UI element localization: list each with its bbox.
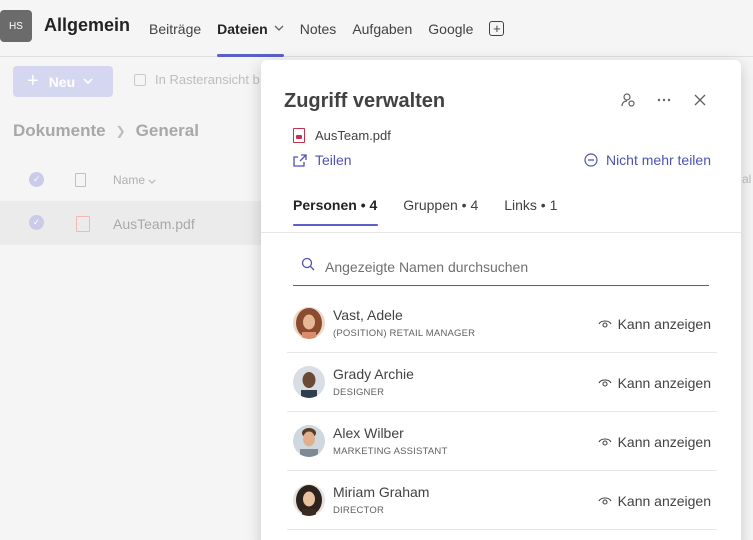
table-row[interactable]: ✓ AusTeam.pdf: [0, 201, 262, 245]
manage-access-panel: Zugriff verwalten AusTeam.pdf Teilen Nic…: [261, 60, 741, 540]
eye-icon: [598, 379, 612, 387]
avatar: [293, 366, 325, 398]
new-button[interactable]: + Neu: [13, 66, 113, 97]
stop-sharing-button[interactable]: Nicht mehr teilen: [584, 152, 711, 168]
tab-beitraege[interactable]: Beiträge: [149, 0, 201, 57]
chevron-down-icon: [148, 179, 156, 184]
grid-icon: [134, 73, 146, 86]
permission-dropdown[interactable]: Kann anzeigen: [598, 375, 711, 391]
add-tab-button[interactable]: +: [489, 0, 505, 57]
person-role: DESIGNER: [333, 387, 385, 398]
person-name: Miriam Graham: [333, 484, 430, 500]
file-type-icon: [75, 173, 86, 187]
file-info: AusTeam.pdf: [293, 128, 391, 143]
chevron-right-icon: ❯: [115, 124, 126, 138]
tab-dateien[interactable]: Dateien: [217, 0, 284, 57]
avatar: [293, 307, 325, 339]
avatar: [293, 484, 325, 516]
chevron-down-icon: [274, 23, 284, 34]
top-bar: HS Allgemein Beiträge Dateien Notes Aufg…: [0, 0, 753, 57]
close-icon[interactable]: [691, 91, 709, 109]
list-item[interactable]: Vast, Adele (POSITION) RETAIL MANAGER Ka…: [287, 294, 717, 353]
tab-notes[interactable]: Notes: [300, 0, 337, 57]
eye-icon: [598, 497, 612, 505]
tab-aufgaben[interactable]: Aufgaben: [352, 0, 412, 57]
avatar: [293, 425, 325, 457]
breadcrumb-item-general[interactable]: General: [136, 121, 199, 141]
person-name: Vast, Adele: [333, 307, 403, 323]
partial-column-label: al: [742, 172, 752, 186]
breadcrumb-item-dokumente[interactable]: Dokumente: [13, 121, 106, 141]
person-name: Grady Archie: [333, 366, 414, 382]
person-role: (POSITION) RETAIL MANAGER: [333, 328, 476, 339]
channel-title: Allgemein: [44, 15, 131, 35]
permission-dropdown[interactable]: Kann anzeigen: [598, 493, 711, 509]
tab-gruppen[interactable]: Gruppen • 4: [403, 197, 478, 227]
access-tabs: Personen • 4 Gruppen • 4 Links • 1: [293, 197, 583, 227]
search-icon: [301, 257, 317, 276]
plus-icon: +: [27, 70, 39, 92]
tab-links[interactable]: Links • 1: [504, 197, 557, 227]
team-avatar[interactable]: HS: [0, 10, 32, 42]
person-role: DIRECTOR: [333, 505, 385, 516]
breadcrumb: Dokumente ❯ General: [13, 121, 199, 141]
list-item[interactable]: Miriam Graham DIRECTOR Kann anzeigen: [287, 471, 717, 530]
channel-tabs: Beiträge Dateien Notes Aufgaben Google +: [149, 0, 520, 57]
more-options-icon[interactable]: [655, 91, 673, 109]
chevron-down-icon: [83, 76, 93, 87]
file-list-header: ✓ Name: [0, 164, 262, 196]
permission-dropdown[interactable]: Kann anzeigen: [598, 316, 711, 332]
eye-icon: [598, 438, 612, 446]
person-role: MARKETING ASSISTANT: [333, 446, 448, 457]
row-checkbox[interactable]: ✓: [29, 215, 44, 230]
column-name-header[interactable]: Name: [113, 173, 156, 187]
search-input[interactable]: [325, 258, 695, 275]
minus-circle-icon: [584, 153, 598, 167]
eye-icon: [598, 320, 612, 328]
tab-google[interactable]: Google: [428, 0, 473, 57]
people-search: [293, 248, 709, 286]
select-all-checkbox[interactable]: ✓: [29, 172, 44, 187]
file-name: AusTeam.pdf: [113, 216, 195, 232]
divider: [261, 232, 741, 233]
grid-view-button[interactable]: In Rasteransicht b: [134, 72, 260, 87]
pdf-file-icon: [293, 128, 305, 143]
pdf-file-icon: [76, 216, 90, 232]
list-item[interactable]: Alex Wilber MARKETING ASSISTANT Kann anz…: [287, 412, 717, 471]
share-button[interactable]: Teilen: [293, 152, 352, 168]
person-name: Alex Wilber: [333, 425, 404, 441]
people-list: Vast, Adele (POSITION) RETAIL MANAGER Ka…: [287, 294, 717, 530]
tab-personen[interactable]: Personen • 4: [293, 197, 379, 227]
panel-title: Zugriff verwalten: [284, 90, 446, 112]
people-settings-icon[interactable]: [619, 91, 637, 109]
list-item[interactable]: Grady Archie DESIGNER Kann anzeigen: [287, 353, 717, 412]
share-icon: [293, 153, 307, 167]
permission-dropdown[interactable]: Kann anzeigen: [598, 434, 711, 450]
plus-square-icon: +: [489, 21, 505, 36]
